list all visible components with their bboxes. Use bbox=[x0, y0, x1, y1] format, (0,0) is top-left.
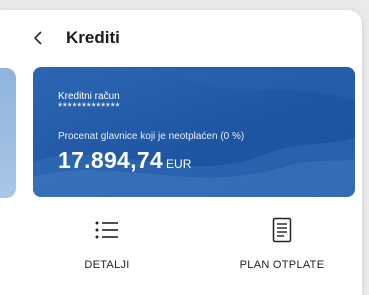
header: Krediti bbox=[0, 10, 362, 66]
page-title: Krediti bbox=[66, 28, 120, 47]
details-label: DETALJI bbox=[84, 259, 130, 271]
outstanding-amount: 17.894,74 EUR bbox=[58, 147, 191, 174]
account-number-masked: ************* bbox=[58, 101, 121, 113]
details-button[interactable]: DETALJI bbox=[47, 215, 167, 285]
amount-value: 17.894,74 bbox=[58, 147, 164, 173]
repayment-plan-button[interactable]: PLAN OTPLATE bbox=[222, 215, 342, 285]
list-icon bbox=[95, 221, 118, 239]
chevron-left-icon bbox=[34, 31, 42, 45]
document-icon bbox=[272, 217, 292, 243]
principal-description: Procenat glavnice koji je neotplaćen (0 … bbox=[58, 131, 245, 142]
loan-account-card[interactable]: Kreditni račun ************* Procenat gl… bbox=[33, 67, 355, 197]
amount-currency: EUR bbox=[166, 157, 192, 171]
loans-panel: Krediti Kreditni račun ************* Pro… bbox=[0, 10, 362, 295]
previous-card-peek[interactable] bbox=[0, 68, 16, 198]
repayment-plan-label: PLAN OTPLATE bbox=[239, 259, 325, 271]
back-button[interactable] bbox=[28, 28, 48, 48]
